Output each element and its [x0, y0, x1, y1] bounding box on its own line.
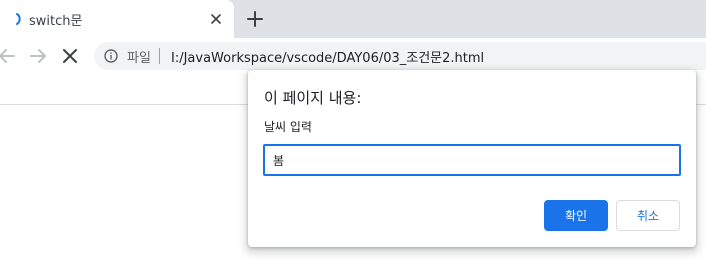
ok-button[interactable]: 확인 — [544, 200, 608, 231]
loading-spinner-icon — [16, 13, 21, 25]
cancel-button[interactable]: 취소 — [616, 200, 680, 231]
info-icon[interactable] — [104, 49, 118, 63]
tab-strip: switch문 — [0, 0, 706, 38]
close-icon[interactable] — [208, 11, 224, 27]
omnibox-divider — [159, 48, 160, 64]
prompt-dialog: 이 페이지 내용: 날씨 입력 확인 취소 — [248, 70, 696, 247]
arrow-right-icon[interactable] — [28, 46, 48, 66]
url-text[interactable]: I:/JavaWorkspace/vscode/DAY06/03_조건문2.ht… — [171, 47, 484, 66]
browser-toolbar: 파일 I:/JavaWorkspace/vscode/DAY06/03_조건문2… — [0, 38, 706, 74]
plus-icon[interactable] — [246, 10, 264, 28]
tab-title: switch문 — [29, 14, 83, 29]
prompt-input[interactable] — [263, 144, 681, 176]
arrow-left-icon[interactable] — [0, 46, 17, 66]
address-bar[interactable]: 파일 I:/JavaWorkspace/vscode/DAY06/03_조건문2… — [94, 42, 706, 70]
dialog-message: 날씨 입력 — [264, 120, 312, 134]
stop-icon[interactable] — [60, 46, 80, 66]
browser-tab[interactable]: switch문 — [0, 0, 234, 38]
dialog-title: 이 페이지 내용: — [264, 89, 362, 107]
security-chip-label[interactable]: 파일 — [127, 47, 151, 66]
